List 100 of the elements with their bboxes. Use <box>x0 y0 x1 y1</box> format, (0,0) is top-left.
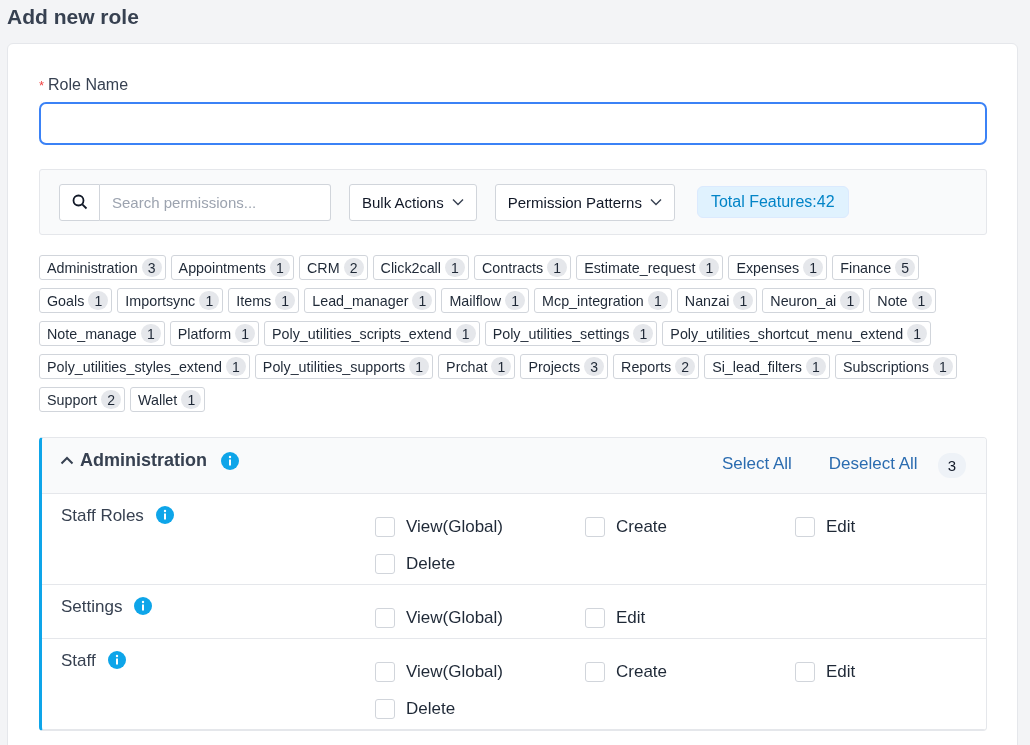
feature-tag[interactable]: Appointments 1 <box>170 255 294 280</box>
tag-label: Wallet <box>138 391 178 408</box>
feature-tag[interactable]: Note_manage 1 <box>39 321 165 346</box>
feature-tag[interactable]: Platform 1 <box>169 321 260 346</box>
search-icon <box>71 194 88 210</box>
feature-tag[interactable]: Lead_manager 1 <box>304 288 437 313</box>
count-badge: 1 <box>444 258 465 277</box>
chevron-down-icon <box>451 198 464 206</box>
count-badge: 1 <box>140 324 161 343</box>
count-badge: 1 <box>455 324 476 343</box>
feature-tag[interactable]: Projects 3 <box>520 354 609 379</box>
checkbox-label: Delete <box>406 699 456 719</box>
role-name-input[interactable] <box>39 102 987 145</box>
count-badge: 3 <box>141 258 162 277</box>
tag-label: Administration <box>47 259 138 276</box>
tag-label: Finance <box>840 259 892 276</box>
search-button[interactable] <box>59 183 100 221</box>
feature-tag[interactable]: Prchat 1 <box>438 354 516 379</box>
checkbox[interactable] <box>375 554 395 574</box>
feature-tag[interactable]: Mailflow 1 <box>441 288 530 313</box>
checkbox-label: View(Global) <box>406 517 503 537</box>
feature-tag[interactable]: Wallet 1 <box>130 387 206 412</box>
info-icon <box>107 651 126 669</box>
checkbox-label: Edit <box>826 662 856 682</box>
permission-patterns-dropdown[interactable]: Permission Patterns <box>494 183 675 221</box>
feature-tag[interactable]: Si_lead_filters 1 <box>704 354 830 379</box>
checkbox[interactable] <box>585 517 605 537</box>
count-badge: 1 <box>733 291 754 310</box>
search-input[interactable]: Search permissions... <box>100 183 331 221</box>
permission-group-name: Settings <box>61 597 123 617</box>
count-badge: 1 <box>907 324 928 343</box>
checkbox[interactable] <box>585 662 605 682</box>
feature-tag[interactable]: CRM 2 <box>299 255 368 280</box>
feature-tag[interactable]: Support 2 <box>39 387 126 412</box>
count-badge: 2 <box>675 357 696 376</box>
count-badge: 1 <box>270 258 290 277</box>
feature-tag[interactable]: Poly_utilities_settings 1 <box>484 321 658 346</box>
required-asterisk: * <box>39 77 45 93</box>
info-icon <box>155 506 174 524</box>
feature-tag[interactable]: Mcp_integration 1 <box>534 288 672 313</box>
tag-label: Importsync <box>125 292 196 309</box>
checkbox-label: Edit <box>616 608 646 628</box>
tag-label: Mcp_integration <box>542 292 644 309</box>
checkbox-label: View(Global) <box>406 608 503 628</box>
checkbox[interactable] <box>585 608 605 628</box>
checkbox-label: View(Global) <box>406 662 503 682</box>
deselect-all-link[interactable]: Deselect All <box>828 454 918 474</box>
count-badge: 1 <box>235 324 256 343</box>
checkbox[interactable] <box>795 517 815 537</box>
checkbox[interactable] <box>375 608 395 628</box>
feature-tag[interactable]: Poly_utilities_supports 1 <box>254 354 434 379</box>
feature-tag[interactable]: Estimate_request 1 <box>576 255 724 280</box>
checkbox[interactable] <box>375 517 395 537</box>
count-badge: 1 <box>840 291 861 310</box>
feature-tag[interactable]: Importsync 1 <box>117 288 224 313</box>
feature-tag[interactable]: Administration 3 <box>39 255 166 280</box>
tag-label: Poly_utilities_supports <box>262 358 406 375</box>
feature-tag[interactable]: Nanzai 1 <box>676 288 758 313</box>
total-features-badge: Total Features:42 <box>696 186 849 218</box>
select-all-link[interactable]: Select All <box>721 454 792 474</box>
count-badge: 1 <box>633 324 654 343</box>
count-badge: 3 <box>584 357 605 376</box>
permission-group-name: Staff <box>61 651 96 671</box>
feature-tag[interactable]: Expenses 1 <box>728 255 828 280</box>
feature-tag[interactable]: Poly_utilities_scripts_extend 1 <box>264 321 480 346</box>
feature-tag[interactable]: Items 1 <box>228 288 300 313</box>
checkbox[interactable] <box>795 662 815 682</box>
tag-label: Click2call <box>380 259 441 276</box>
count-badge: 1 <box>505 291 526 310</box>
feature-tag[interactable]: Contracts 1 <box>473 255 572 280</box>
info-icon <box>134 597 153 615</box>
feature-tag[interactable]: Poly_utilities_styles_extend 1 <box>39 354 250 379</box>
chevron-down-icon <box>649 198 662 206</box>
bulk-actions-dropdown[interactable]: Bulk Actions <box>349 183 477 221</box>
count-badge: 1 <box>412 291 433 310</box>
count-badge: 2 <box>101 390 122 409</box>
tag-label: Neuron_ai <box>770 292 837 309</box>
feature-tag[interactable]: Click2call 1 <box>372 255 469 280</box>
tag-label: Subscriptions <box>842 358 929 375</box>
permission-group-name: Staff Roles <box>61 506 144 526</box>
feature-tag[interactable]: Neuron_ai 1 <box>762 288 865 313</box>
count-badge: 1 <box>803 258 824 277</box>
count-badge: 1 <box>647 291 668 310</box>
tag-label: Note <box>877 292 908 309</box>
checkbox[interactable] <box>375 662 395 682</box>
feature-tag[interactable]: Finance 5 <box>832 255 920 280</box>
tag-label: Platform <box>177 325 232 342</box>
chevron-icon[interactable] <box>60 456 74 465</box>
count-badge: 1 <box>491 357 512 376</box>
page-title: Add new role <box>6 4 140 30</box>
section-title: Administration <box>80 450 207 471</box>
count-badge: 1 <box>88 291 109 310</box>
feature-tag[interactable]: Poly_utilities_shortcut_menu_extend 1 <box>662 321 932 346</box>
checkbox[interactable] <box>375 699 395 719</box>
count-badge: 2 <box>343 258 364 277</box>
feature-tag[interactable]: Goals 1 <box>39 288 113 313</box>
feature-tag[interactable]: Note 1 <box>869 288 936 313</box>
feature-tag[interactable]: Subscriptions 1 <box>834 354 957 379</box>
tag-label: Estimate_request <box>584 259 696 276</box>
feature-tag[interactable]: Reports 2 <box>613 354 700 379</box>
